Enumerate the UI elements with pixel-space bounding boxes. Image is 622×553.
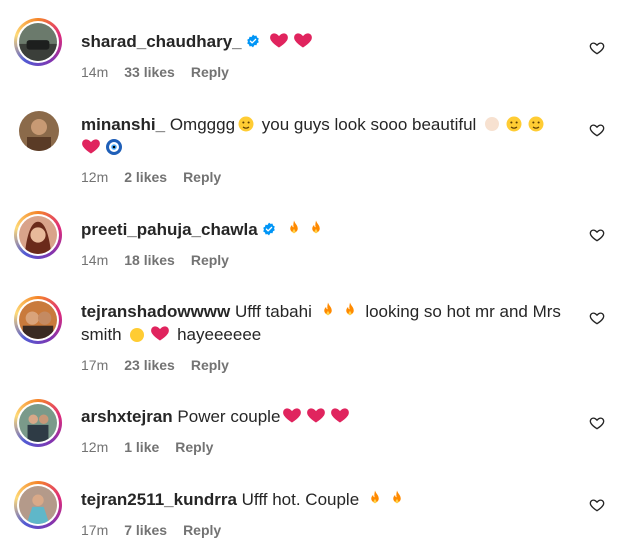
avatar[interactable]	[14, 18, 62, 66]
red-heart-emoji-icon	[293, 30, 313, 50]
like-heart-icon[interactable]	[589, 122, 605, 138]
hand-emoji-icon	[485, 117, 500, 131]
fire-emoji-icon	[307, 218, 325, 238]
comment-meta: 14m 33 likes Reply	[81, 64, 245, 80]
reply-button[interactable]: Reply	[191, 357, 229, 373]
comment-time: 14m	[81, 252, 109, 268]
heart-eyes-emoji-icon	[527, 115, 545, 133]
comment-text: hayeeeeee	[177, 325, 262, 344]
fire-emoji-icon	[341, 300, 359, 320]
comment-meta: 17m 7 likes Reply	[81, 522, 237, 538]
red-heart-emoji-icon	[269, 30, 289, 50]
likes-count[interactable]: 33 likes	[124, 64, 175, 80]
comment-time: 17m	[81, 357, 109, 373]
comment-text: Omgggg	[169, 115, 236, 134]
comment-text: Ufff tabahi	[234, 302, 312, 321]
likes-count[interactable]: 23 likes	[124, 357, 175, 373]
crying-face-emoji-icon	[237, 115, 255, 133]
comment-meta: 12m 1 like Reply	[81, 439, 229, 455]
red-heart-emoji-icon	[306, 405, 326, 425]
fire-emoji-icon	[366, 488, 384, 508]
like-heart-icon[interactable]	[589, 415, 605, 431]
like-heart-icon[interactable]	[589, 40, 605, 56]
comment-time: 17m	[81, 522, 109, 538]
like-heart-icon[interactable]	[589, 497, 605, 513]
red-heart-emoji-icon	[282, 405, 302, 425]
reply-button[interactable]: Reply	[183, 169, 221, 185]
comment-meta: 17m 23 likes Reply	[81, 357, 245, 373]
reply-button[interactable]: Reply	[191, 64, 229, 80]
avatar-photo	[19, 301, 57, 339]
avatar[interactable]	[14, 399, 62, 447]
comment-time: 12m	[81, 439, 109, 455]
pleading-face-emoji-icon	[505, 115, 523, 133]
like-heart-icon[interactable]	[589, 227, 605, 243]
comment-time: 14m	[81, 64, 109, 80]
red-heart-emoji-icon	[81, 136, 101, 156]
likes-count[interactable]: 2 likes	[124, 169, 167, 185]
comment-time: 12m	[81, 169, 109, 185]
comment-text: you guys look sooo beautiful	[261, 115, 477, 134]
username[interactable]: minanshi_	[81, 115, 165, 134]
reply-button[interactable]: Reply	[183, 522, 221, 538]
avatar[interactable]	[19, 111, 59, 151]
fire-emoji-icon	[388, 488, 406, 508]
comment-meta: 12m 2 likes Reply	[81, 169, 237, 185]
fire-emoji-icon	[319, 300, 337, 320]
reply-button[interactable]: Reply	[191, 252, 229, 268]
avatar-photo	[19, 216, 57, 254]
verified-badge-icon	[262, 222, 276, 236]
username[interactable]: arshxtejran	[81, 407, 173, 426]
nazar-amulet-emoji-icon	[106, 139, 122, 155]
avatar-photo	[19, 486, 57, 524]
red-heart-emoji-icon	[150, 323, 170, 343]
like-heart-icon[interactable]	[589, 310, 605, 326]
comment-text: Ufff hot. Couple	[241, 490, 360, 509]
avatar-photo	[19, 23, 57, 61]
avatar[interactable]	[14, 211, 62, 259]
comment-text: Power couple	[177, 407, 281, 426]
fire-emoji-icon	[285, 218, 303, 238]
avatar[interactable]	[14, 296, 62, 344]
avatar[interactable]	[14, 481, 62, 529]
red-heart-emoji-icon	[330, 405, 350, 425]
likes-count[interactable]: 18 likes	[124, 252, 175, 268]
verified-badge-icon	[246, 34, 260, 48]
username[interactable]: preeti_pahuja_chawla	[81, 220, 258, 239]
comment-meta: 14m 18 likes Reply	[81, 252, 245, 268]
username[interactable]: tejran2511_kundrra	[81, 490, 237, 509]
reply-button[interactable]: Reply	[175, 439, 213, 455]
username[interactable]: sharad_chaudhary_	[81, 32, 242, 51]
likes-count[interactable]: 7 likes	[124, 522, 167, 538]
avatar-photo	[19, 404, 57, 442]
raising-hands-emoji-icon	[130, 328, 145, 342]
avatar-photo	[19, 111, 59, 151]
username[interactable]: tejranshadowwww	[81, 302, 230, 321]
likes-count[interactable]: 1 like	[124, 439, 159, 455]
